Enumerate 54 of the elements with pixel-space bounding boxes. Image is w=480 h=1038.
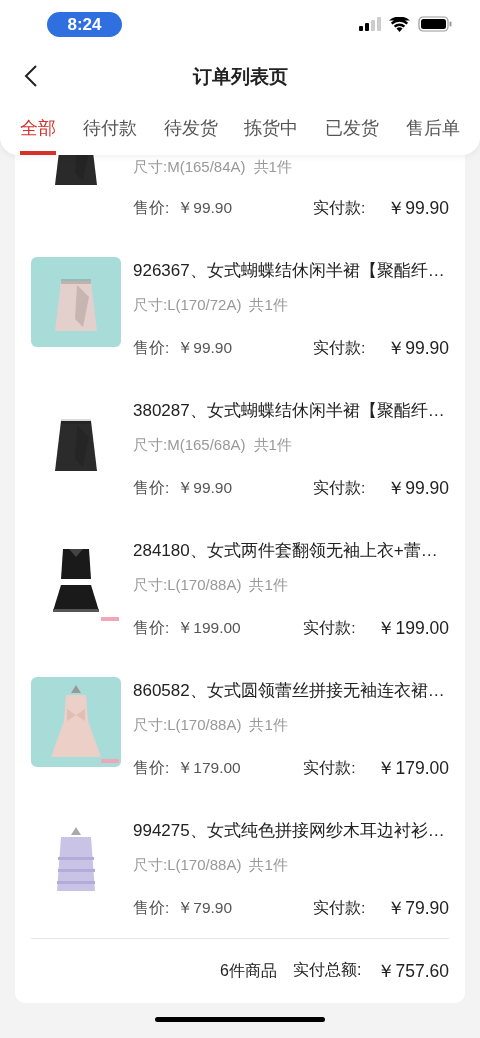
paid-label: 实付款: [303, 618, 356, 638]
signal-icon [359, 17, 381, 31]
quantity-text: 共1件 [249, 295, 288, 315]
paid-amount: ￥99.90 [387, 197, 449, 220]
paid-label: 实付款: [312, 198, 366, 218]
size-text: 尺寸:L(170/88A) [133, 855, 242, 875]
tab[interactable]: 待付款 [82, 105, 137, 155]
paid-label: 实付款: [312, 478, 366, 498]
paid-label: 实付款: [303, 758, 356, 778]
total-label: 实付总额: [293, 959, 362, 980]
paid-label: 实付款: [312, 338, 366, 358]
price-label: 售价: [133, 758, 170, 778]
quantity-text: 共1件 [249, 855, 288, 875]
price-label: 售价: [133, 338, 170, 358]
price-label: 售价: [133, 198, 170, 218]
price-value: ￥99.90 [177, 198, 233, 218]
wifi-icon [389, 16, 410, 32]
page-title: 订单列表页 [192, 65, 288, 89]
size-text: 尺寸:L(170/88A) [133, 715, 242, 735]
price-label: 售价: [133, 898, 170, 918]
size-text: 尺寸:M(165/68A) [133, 435, 246, 455]
paid-label: 实付款: [312, 898, 366, 918]
quantity-text: 共1件 [253, 157, 292, 177]
size-text: 尺寸:L(170/72A) [133, 295, 242, 315]
size-text: 尺寸:M(165/84A) [133, 157, 246, 177]
product-title[interactable]: 994275、女式纯色拼接网纱木耳边衬衫… [133, 817, 449, 845]
size-text: 尺寸:L(170/88A) [133, 575, 242, 595]
quantity-text: 共1件 [249, 715, 288, 735]
price-value: ￥99.90 [177, 478, 233, 498]
paid-amount: ￥199.00 [377, 617, 449, 640]
tab[interactable]: 已发货 [325, 105, 380, 155]
quantity-text: 共1件 [249, 575, 288, 595]
price-value: ￥99.90 [177, 338, 233, 358]
tab[interactable]: 拣货中 [244, 105, 299, 155]
status-time: 8:24 [47, 11, 122, 37]
tab[interactable]: 待发货 [163, 105, 218, 155]
product-title[interactable]: 926367、女式蝴蝶结休闲半裙【聚酯纤… [133, 257, 449, 285]
paid-amount: ￥99.90 [387, 477, 449, 500]
item-count: 6件商品 [220, 961, 277, 981]
tab[interactable]: 售后单 [406, 105, 460, 155]
paid-amount: ￥79.90 [387, 897, 449, 920]
paid-amount: ￥99.90 [387, 337, 449, 360]
price-value: ￥179.00 [177, 758, 241, 778]
battery-icon [418, 16, 452, 32]
product-title[interactable]: 380287、女式蝴蝶结休闲半裙【聚酯纤… [133, 397, 449, 425]
price-value: ￥199.00 [177, 618, 241, 638]
product-title[interactable]: 860582、女式圆领蕾丝拼接无袖连衣裙… [133, 677, 449, 705]
price-value: ￥79.90 [177, 898, 233, 918]
product-title[interactable]: 284180、女式两件套翻领无袖上衣+蕾… [133, 537, 449, 565]
paid-amount: ￥179.00 [377, 757, 449, 780]
quantity-text: 共1件 [253, 435, 292, 455]
price-label: 售价: [133, 618, 170, 638]
price-label: 售价: [133, 478, 170, 498]
total-amount: ￥757.60 [377, 959, 449, 983]
